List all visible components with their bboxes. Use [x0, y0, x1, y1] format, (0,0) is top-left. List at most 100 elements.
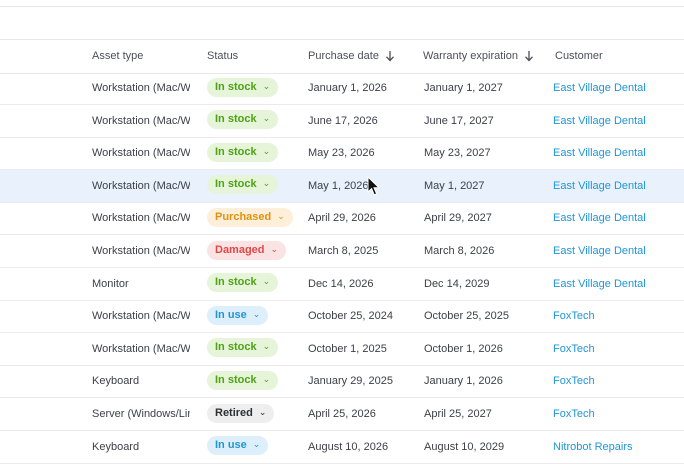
status-dropdown[interactable]: In stock ⌄ — [207, 338, 279, 358]
column-header-label: Warranty expiration — [423, 50, 518, 62]
customer-link[interactable]: FoxTech — [553, 365, 684, 397]
customer-link[interactable]: East Village Dental — [553, 170, 684, 202]
status-dropdown[interactable]: In stock ⌄ — [207, 110, 279, 130]
status-cell: In stock ⌄ — [207, 72, 297, 104]
purchase-date-cell: Dec 14, 2026 — [308, 277, 374, 290]
table-row[interactable]: Keyboard In use ⌄ August 10, 2026 August 10,… — [0, 431, 684, 464]
status-label: In stock — [215, 80, 257, 93]
asset-type-cell: Workstation (Mac/Win — [92, 179, 190, 192]
chevron-down-icon: ⌄ — [262, 178, 271, 189]
status-cell: Purchased ⌄ — [207, 202, 297, 234]
status-dropdown[interactable]: In use ⌄ — [207, 305, 269, 325]
warranty-expiration-cell: June 17, 2027 — [424, 114, 494, 127]
table-row[interactable]: Workstation (Mac/Win In stock ⌄ May 1, 2026… — [0, 169, 684, 203]
table-row[interactable]: Workstation (Mac/Win In stock ⌄ January 1, … — [0, 72, 684, 105]
arrow-down-icon[interactable] — [385, 50, 395, 62]
status-dropdown[interactable]: Damaged ⌄ — [207, 240, 287, 260]
status-label: In stock — [215, 145, 257, 158]
table-row[interactable]: Workstation (Mac/Win In stock ⌄ May 23, 202… — [0, 137, 684, 171]
chevron-down-icon: ⌄ — [262, 341, 271, 352]
table-row[interactable]: Workstation (Mac/Win In stock ⌄ June 17, 20… — [0, 105, 684, 138]
table-row[interactable]: Keyboard In stock ⌄ January 29, 2025 January… — [0, 365, 684, 399]
customer-link[interactable]: East Village Dental — [553, 202, 684, 234]
customer-link[interactable]: East Village Dental — [553, 235, 684, 267]
purchase-date-cell: May 1, 2026 — [308, 179, 369, 192]
status-label: Damaged — [215, 243, 265, 256]
table-row[interactable]: Server (Windows/Linu Retired ⌄ April 25, 20… — [0, 398, 684, 431]
purchase-date-cell: January 29, 2025 — [308, 375, 394, 388]
column-header-warranty-expiration[interactable]: Warranty expiration — [423, 40, 534, 73]
status-dropdown[interactable]: In stock ⌄ — [207, 142, 279, 162]
asset-type-cell: Server (Windows/Linu — [92, 408, 190, 420]
asset-type-cell: Workstation (Mac/Win — [92, 212, 190, 225]
asset-type-cell: Workstation (Mac/Win — [92, 82, 190, 94]
table-row[interactable]: Monitor In stock ⌄ Dec 14, 2026 Dec 14, 2029… — [0, 268, 684, 301]
column-header-customer[interactable]: Customer — [555, 40, 603, 73]
status-cell: In stock ⌄ — [207, 365, 297, 397]
chevron-down-icon: ⌄ — [262, 276, 271, 287]
status-label: Purchased — [215, 210, 272, 223]
purchase-date-cell: March 8, 2025 — [308, 245, 379, 257]
top-toolbar — [0, 0, 684, 7]
status-label: Retired — [215, 406, 253, 419]
chevron-down-icon: ⌄ — [262, 113, 271, 124]
status-cell: In stock ⌄ — [207, 170, 297, 202]
asset-type-cell: Keyboard — [92, 375, 140, 388]
status-label: In stock — [215, 341, 257, 354]
asset-type-cell: Workstation (Mac/Win — [92, 147, 190, 160]
column-header-purchase-date[interactable]: Purchase date — [308, 40, 395, 73]
status-label: In stock — [215, 276, 257, 289]
purchase-date-cell: October 1, 2025 — [308, 342, 387, 355]
status-label: In stock — [215, 373, 257, 386]
purchase-date-cell: October 25, 2024 — [308, 310, 394, 323]
arrow-down-icon[interactable] — [524, 50, 534, 62]
warranty-expiration-cell: January 1, 2027 — [424, 82, 503, 94]
chevron-down-icon: ⌄ — [262, 80, 271, 91]
purchase-date-cell: April 29, 2026 — [308, 212, 376, 225]
asset-type-cell: Workstation (Mac/Win — [92, 310, 190, 323]
status-dropdown[interactable]: In stock ⌄ — [207, 370, 279, 390]
customer-link[interactable]: East Village Dental — [553, 105, 684, 137]
status-cell: In use ⌄ — [207, 431, 297, 463]
status-cell: Damaged ⌄ — [207, 235, 297, 267]
column-header-status[interactable]: Status — [207, 40, 238, 73]
status-cell: In stock ⌄ — [207, 137, 297, 169]
chevron-down-icon: ⌄ — [252, 308, 261, 319]
status-dropdown[interactable]: Purchased ⌄ — [207, 207, 293, 227]
warranty-expiration-cell: October 1, 2026 — [424, 342, 503, 355]
warranty-expiration-cell: May 1, 2027 — [424, 179, 485, 192]
status-dropdown[interactable]: In stock ⌄ — [207, 175, 279, 195]
warranty-expiration-cell: January 1, 2026 — [424, 375, 503, 388]
asset-type-cell: Workstation (Mac/Win — [92, 342, 190, 355]
customer-link[interactable]: FoxTech — [553, 398, 684, 430]
status-label: In stock — [215, 113, 257, 126]
status-cell: In stock ⌄ — [207, 268, 297, 300]
table-header: Asset type Status Purchase date Warranty… — [0, 39, 684, 74]
status-dropdown[interactable]: In stock ⌄ — [207, 77, 279, 97]
table-row[interactable]: Workstation (Mac/Win In use ⌄ October 25, 2… — [0, 300, 684, 334]
column-header-asset-type[interactable]: Asset type — [92, 40, 143, 73]
warranty-expiration-cell: October 25, 2025 — [424, 310, 510, 323]
mouse-pointer-icon — [367, 176, 381, 196]
customer-link[interactable]: East Village Dental — [553, 268, 684, 300]
asset-type-cell: Workstation (Mac/Win — [92, 114, 190, 127]
warranty-expiration-cell: May 23, 2027 — [424, 147, 491, 160]
column-header-label: Status — [207, 50, 239, 62]
purchase-date-cell: August 10, 2026 — [308, 440, 389, 453]
customer-link[interactable]: Nitrobot Repairs — [553, 431, 684, 463]
table-row[interactable]: Workstation (Mac/Win Purchased ⌄ April 29, … — [0, 202, 684, 236]
purchase-date-cell: January 1, 2026 — [308, 82, 387, 94]
warranty-expiration-cell: April 25, 2027 — [424, 408, 492, 420]
customer-link[interactable]: East Village Dental — [553, 72, 684, 104]
customer-link[interactable]: FoxTech — [553, 333, 684, 365]
status-cell: In stock ⌄ — [207, 105, 297, 137]
customer-link[interactable]: FoxTech — [553, 300, 684, 332]
status-dropdown[interactable]: Retired ⌄ — [207, 403, 275, 423]
asset-type-cell: Workstation (Mac/Win — [92, 245, 190, 257]
table-row[interactable]: Workstation (Mac/Win Damaged ⌄ March 8, 202… — [0, 235, 684, 268]
status-dropdown[interactable]: In use ⌄ — [207, 436, 269, 456]
table-row[interactable]: Workstation (Mac/Win In stock ⌄ October 1, … — [0, 333, 684, 366]
customer-link[interactable]: East Village Dental — [553, 137, 684, 169]
column-header-label: Customer — [555, 50, 603, 62]
status-dropdown[interactable]: In stock ⌄ — [207, 273, 279, 293]
